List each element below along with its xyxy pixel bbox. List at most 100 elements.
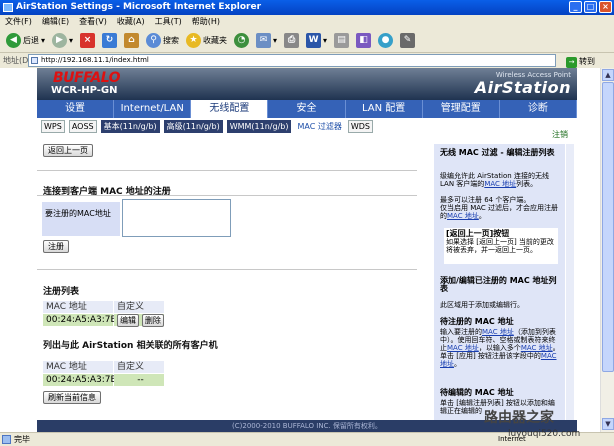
register-button[interactable]: 注册 bbox=[43, 240, 69, 253]
back-page-button[interactable]: 返回上一页 bbox=[43, 144, 93, 157]
menu-file[interactable]: 文件(F) bbox=[5, 15, 32, 29]
divider bbox=[37, 195, 417, 196]
title-bar: AirStation Settings - Microsoft Internet… bbox=[0, 0, 614, 15]
assoc-row-mac: 00:24:A5:A3:7E:1D bbox=[43, 374, 132, 386]
address-bar: 地址(D) http://192.168.11.1/index.html → 转到 bbox=[0, 53, 614, 68]
mac-field-label: 要注册的MAC地址 bbox=[42, 202, 120, 236]
menu-favorites[interactable]: 收藏(A) bbox=[117, 15, 145, 29]
reg-header-mac: MAC 地址 bbox=[43, 301, 113, 313]
address-url: http://192.168.11.1/index.html bbox=[41, 56, 149, 64]
main-tabs: 设置 Internet/LAN 无线配置 安全 LAN 配置 管理配置 诊断 bbox=[37, 100, 577, 118]
discuss-button[interactable]: ▤ bbox=[332, 31, 351, 51]
research-button[interactable]: ◧ bbox=[354, 31, 373, 51]
go-arrow-icon: → bbox=[566, 57, 577, 68]
mail-button[interactable]: ✉ ▾ bbox=[254, 31, 279, 51]
back-help-box: [返回上一页]按钮 如果选择 [返回上一页] 当前的更改将被丢弃，并一返回上一页… bbox=[444, 228, 558, 264]
help-paragraph: 最多可以注册 64 个客户端。 bbox=[440, 196, 531, 204]
print-icon: ⎙ bbox=[284, 33, 300, 48]
page-scrollbar[interactable]: ▲ ▼ bbox=[600, 68, 614, 432]
stop-icon: × bbox=[80, 33, 96, 48]
tab-admin[interactable]: 管理配置 bbox=[423, 100, 500, 118]
menu-view[interactable]: 查看(V) bbox=[79, 15, 107, 29]
scroll-up-arrow-icon[interactable]: ▲ bbox=[602, 69, 614, 81]
search-icon: ⚲ bbox=[146, 33, 162, 48]
menu-help[interactable]: 帮助(H) bbox=[192, 15, 220, 29]
page-viewport: BUFFALO WCR-HP-GN Wireless Access Point … bbox=[0, 68, 614, 432]
home-button[interactable]: ⌂ bbox=[122, 31, 141, 51]
mac-address-link[interactable]: MAC 地址 bbox=[521, 344, 553, 352]
watermark-url: luyouqi520.com bbox=[508, 429, 581, 439]
tab-lan-config[interactable]: LAN 配置 bbox=[346, 100, 423, 118]
refresh-button[interactable]: ↻ bbox=[100, 31, 119, 51]
subtab-wds[interactable]: WDS bbox=[347, 119, 373, 133]
subtab-mac-filter[interactable]: MAC 过滤器 bbox=[295, 121, 343, 132]
messenger-button[interactable]: ● bbox=[376, 31, 395, 51]
history-icon: ◔ bbox=[234, 33, 250, 48]
mac-address-textarea[interactable] bbox=[122, 199, 231, 237]
discuss-icon: ▤ bbox=[334, 33, 350, 48]
back-help-title: [返回上一页]按钮 bbox=[446, 229, 510, 238]
back-arrow-icon: ◀ bbox=[6, 33, 21, 48]
back-button[interactable]: ◀ 后退 ▾ bbox=[4, 31, 47, 51]
page-icon bbox=[31, 57, 38, 64]
favorites-button[interactable]: ★ 收藏夹 bbox=[184, 31, 229, 51]
logout-link[interactable]: 注销 bbox=[552, 129, 568, 140]
subtab-wmm[interactable]: WMM(11n/g/b) bbox=[226, 119, 292, 133]
airstation-logo: AirStation bbox=[474, 78, 571, 97]
subtab-advanced[interactable]: 高级(11n/g/b) bbox=[163, 119, 223, 133]
go-button[interactable]: → 转到 bbox=[566, 54, 595, 69]
maximize-button[interactable]: □ bbox=[584, 1, 597, 13]
minimize-button[interactable]: _ bbox=[569, 1, 582, 13]
reg-list-title: 注册列表 bbox=[43, 287, 80, 297]
address-input[interactable]: http://192.168.11.1/index.html bbox=[28, 54, 556, 67]
main-panel: 返回上一页 连接到客户端 MAC 地址的注册 要注册的MAC地址 注册 注册列表… bbox=[37, 144, 420, 424]
help-paragraph: 仅当启用 MAC 过滤后，才会应用注册的MAC 地址。 bbox=[440, 204, 559, 220]
help-sidebar: 无线 MAC 过滤 - 编辑注册列表 级编允许此 AirStation 连接的无… bbox=[434, 144, 565, 424]
subtab-wps[interactable]: WPS bbox=[41, 119, 65, 133]
refresh-info-button[interactable]: 刷新当前信息 bbox=[43, 391, 101, 404]
close-button[interactable]: × bbox=[599, 1, 612, 13]
delete-button[interactable]: 删除 bbox=[141, 314, 164, 327]
buffalo-logo: BUFFALO bbox=[53, 70, 121, 86]
word-button[interactable]: W ▾ bbox=[304, 31, 329, 51]
forward-arrow-icon: ▶ bbox=[52, 33, 68, 48]
help-title: 无线 MAC 过滤 - 编辑注册列表 bbox=[440, 148, 555, 157]
menu-tools[interactable]: 工具(T) bbox=[155, 15, 182, 29]
mac-address-link[interactable]: MAC 地址 bbox=[447, 212, 479, 220]
mail-icon: ✉ bbox=[256, 33, 272, 48]
messenger-icon: ● bbox=[378, 33, 394, 48]
reg-row-mac: 00:24:A5:A3:7E:1D bbox=[43, 314, 132, 326]
page-done-icon bbox=[2, 435, 11, 444]
watermark-title: 路由器之家 bbox=[484, 410, 554, 426]
print-button[interactable]: ⎙ bbox=[282, 31, 301, 51]
search-button[interactable]: ⚲ 搜索 bbox=[144, 31, 181, 51]
history-button[interactable]: ◔ bbox=[232, 31, 251, 51]
divider bbox=[37, 269, 417, 270]
mac-address-link[interactable]: MAC 地址 bbox=[484, 180, 516, 188]
tab-diagnostics[interactable]: 诊断 bbox=[500, 100, 577, 118]
divider bbox=[37, 170, 417, 171]
subtab-aoss[interactable]: AOSS bbox=[68, 119, 97, 133]
word-icon: W bbox=[306, 33, 322, 48]
stop-button[interactable]: × bbox=[78, 31, 97, 51]
toolbar: ◀ 后退 ▾ ▶ ▾ × ↻ ⌂ ⚲ 搜索 ★ 收藏夹 ◔ ✉ ▾ ⎙ W ▾ ▤ ◧ ● ✎ bbox=[0, 29, 614, 53]
tab-internet-lan[interactable]: Internet/LAN bbox=[114, 100, 192, 118]
scroll-thumb[interactable] bbox=[602, 82, 614, 372]
assoc-header-custom: 自定义 bbox=[114, 361, 164, 373]
edit-button[interactable]: 编辑 bbox=[117, 314, 139, 327]
mac-address-link[interactable]: MAC 地址 bbox=[447, 344, 479, 352]
mac-address-link[interactable]: MAC 地址 bbox=[482, 328, 514, 336]
tools-button[interactable]: ✎ bbox=[398, 31, 417, 51]
menu-edit[interactable]: 编辑(E) bbox=[42, 15, 69, 29]
assoc-header-mac: MAC 地址 bbox=[43, 361, 113, 373]
reg-header-custom: 自定义 bbox=[114, 301, 164, 313]
sub-nav: WPS AOSS 基本(11n/g/b) 高级(11n/g/b) WMM(11n… bbox=[37, 118, 577, 134]
forward-button[interactable]: ▶ ▾ bbox=[50, 31, 75, 51]
tab-setup[interactable]: 设置 bbox=[37, 100, 115, 118]
subtab-basic[interactable]: 基本(11n/g/b) bbox=[100, 119, 160, 133]
tab-wireless[interactable]: 无线配置 bbox=[191, 100, 269, 118]
tab-security[interactable]: 安全 bbox=[268, 100, 346, 118]
pending-text: 输入要注册的MAC 地址（添加到列表中）。使用回车符、空格或制表符来终止MAC … bbox=[440, 328, 560, 368]
router-header: BUFFALO WCR-HP-GN Wireless Access Point … bbox=[37, 68, 577, 100]
help-scrollbar[interactable] bbox=[566, 144, 574, 424]
